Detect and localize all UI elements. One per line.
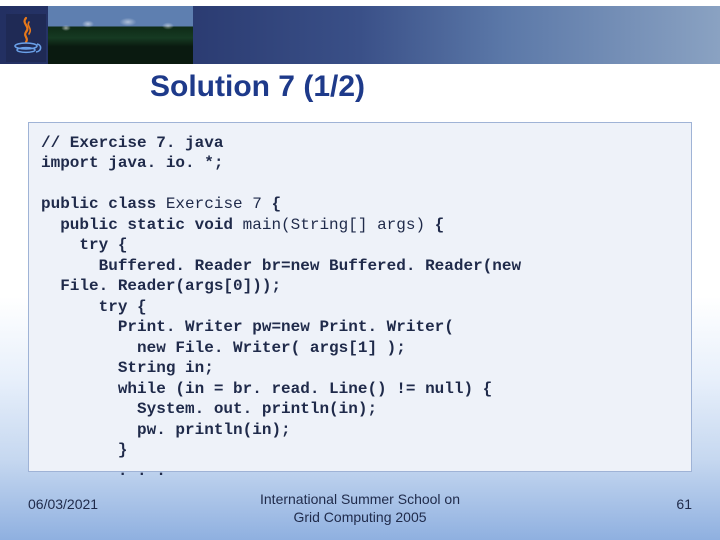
header-strip: Java — [0, 6, 720, 64]
code-box: // Exercise 7. java import java. io. *; … — [28, 122, 692, 472]
code-line: while (in = br. read. Line() != null) { — [41, 380, 492, 398]
slide-title: Solution 7 (1/2) — [150, 70, 365, 104]
code-content: // Exercise 7. java import java. io. *; … — [41, 133, 679, 481]
code-line: { — [262, 195, 281, 213]
code-line: pw. println(in); — [41, 421, 291, 439]
code-line: System. out. println(in); — [41, 400, 377, 418]
slide: Java Solution 7 (1/2) // Exercise 7. jav… — [0, 0, 720, 540]
code-line: Print. Writer pw=new Print. Writer( — [41, 318, 454, 336]
code-line: new File. Writer( args[1] ); — [41, 339, 406, 357]
footer: 06/03/2021 International Summer School o… — [0, 488, 720, 532]
code-line: File. Reader(args[0])); — [41, 277, 281, 295]
header-photo — [48, 6, 193, 64]
code-line: Exercise 7 — [166, 195, 262, 213]
code-line: { — [425, 216, 444, 234]
footer-center: International Summer School on Grid Comp… — [0, 491, 720, 526]
code-line: // Exercise 7. java — [41, 134, 223, 152]
footer-center-line1: International Summer School on — [260, 491, 460, 507]
code-line: main(String[] args) — [243, 216, 425, 234]
code-line: public class — [41, 195, 166, 213]
footer-page-number: 61 — [676, 496, 692, 512]
footer-center-line2: Grid Computing 2005 — [293, 509, 426, 525]
code-line: . . . — [41, 462, 166, 480]
code-line: import java. io. *; — [41, 154, 223, 172]
code-line: } — [41, 441, 127, 459]
code-line: public static void — [41, 216, 243, 234]
code-line: try { — [41, 236, 127, 254]
code-line: String in; — [41, 359, 214, 377]
code-line: try { — [41, 298, 147, 316]
code-line: Buffered. Reader br=new Buffered. Reader… — [41, 257, 521, 275]
java-logo-icon — [6, 14, 46, 62]
